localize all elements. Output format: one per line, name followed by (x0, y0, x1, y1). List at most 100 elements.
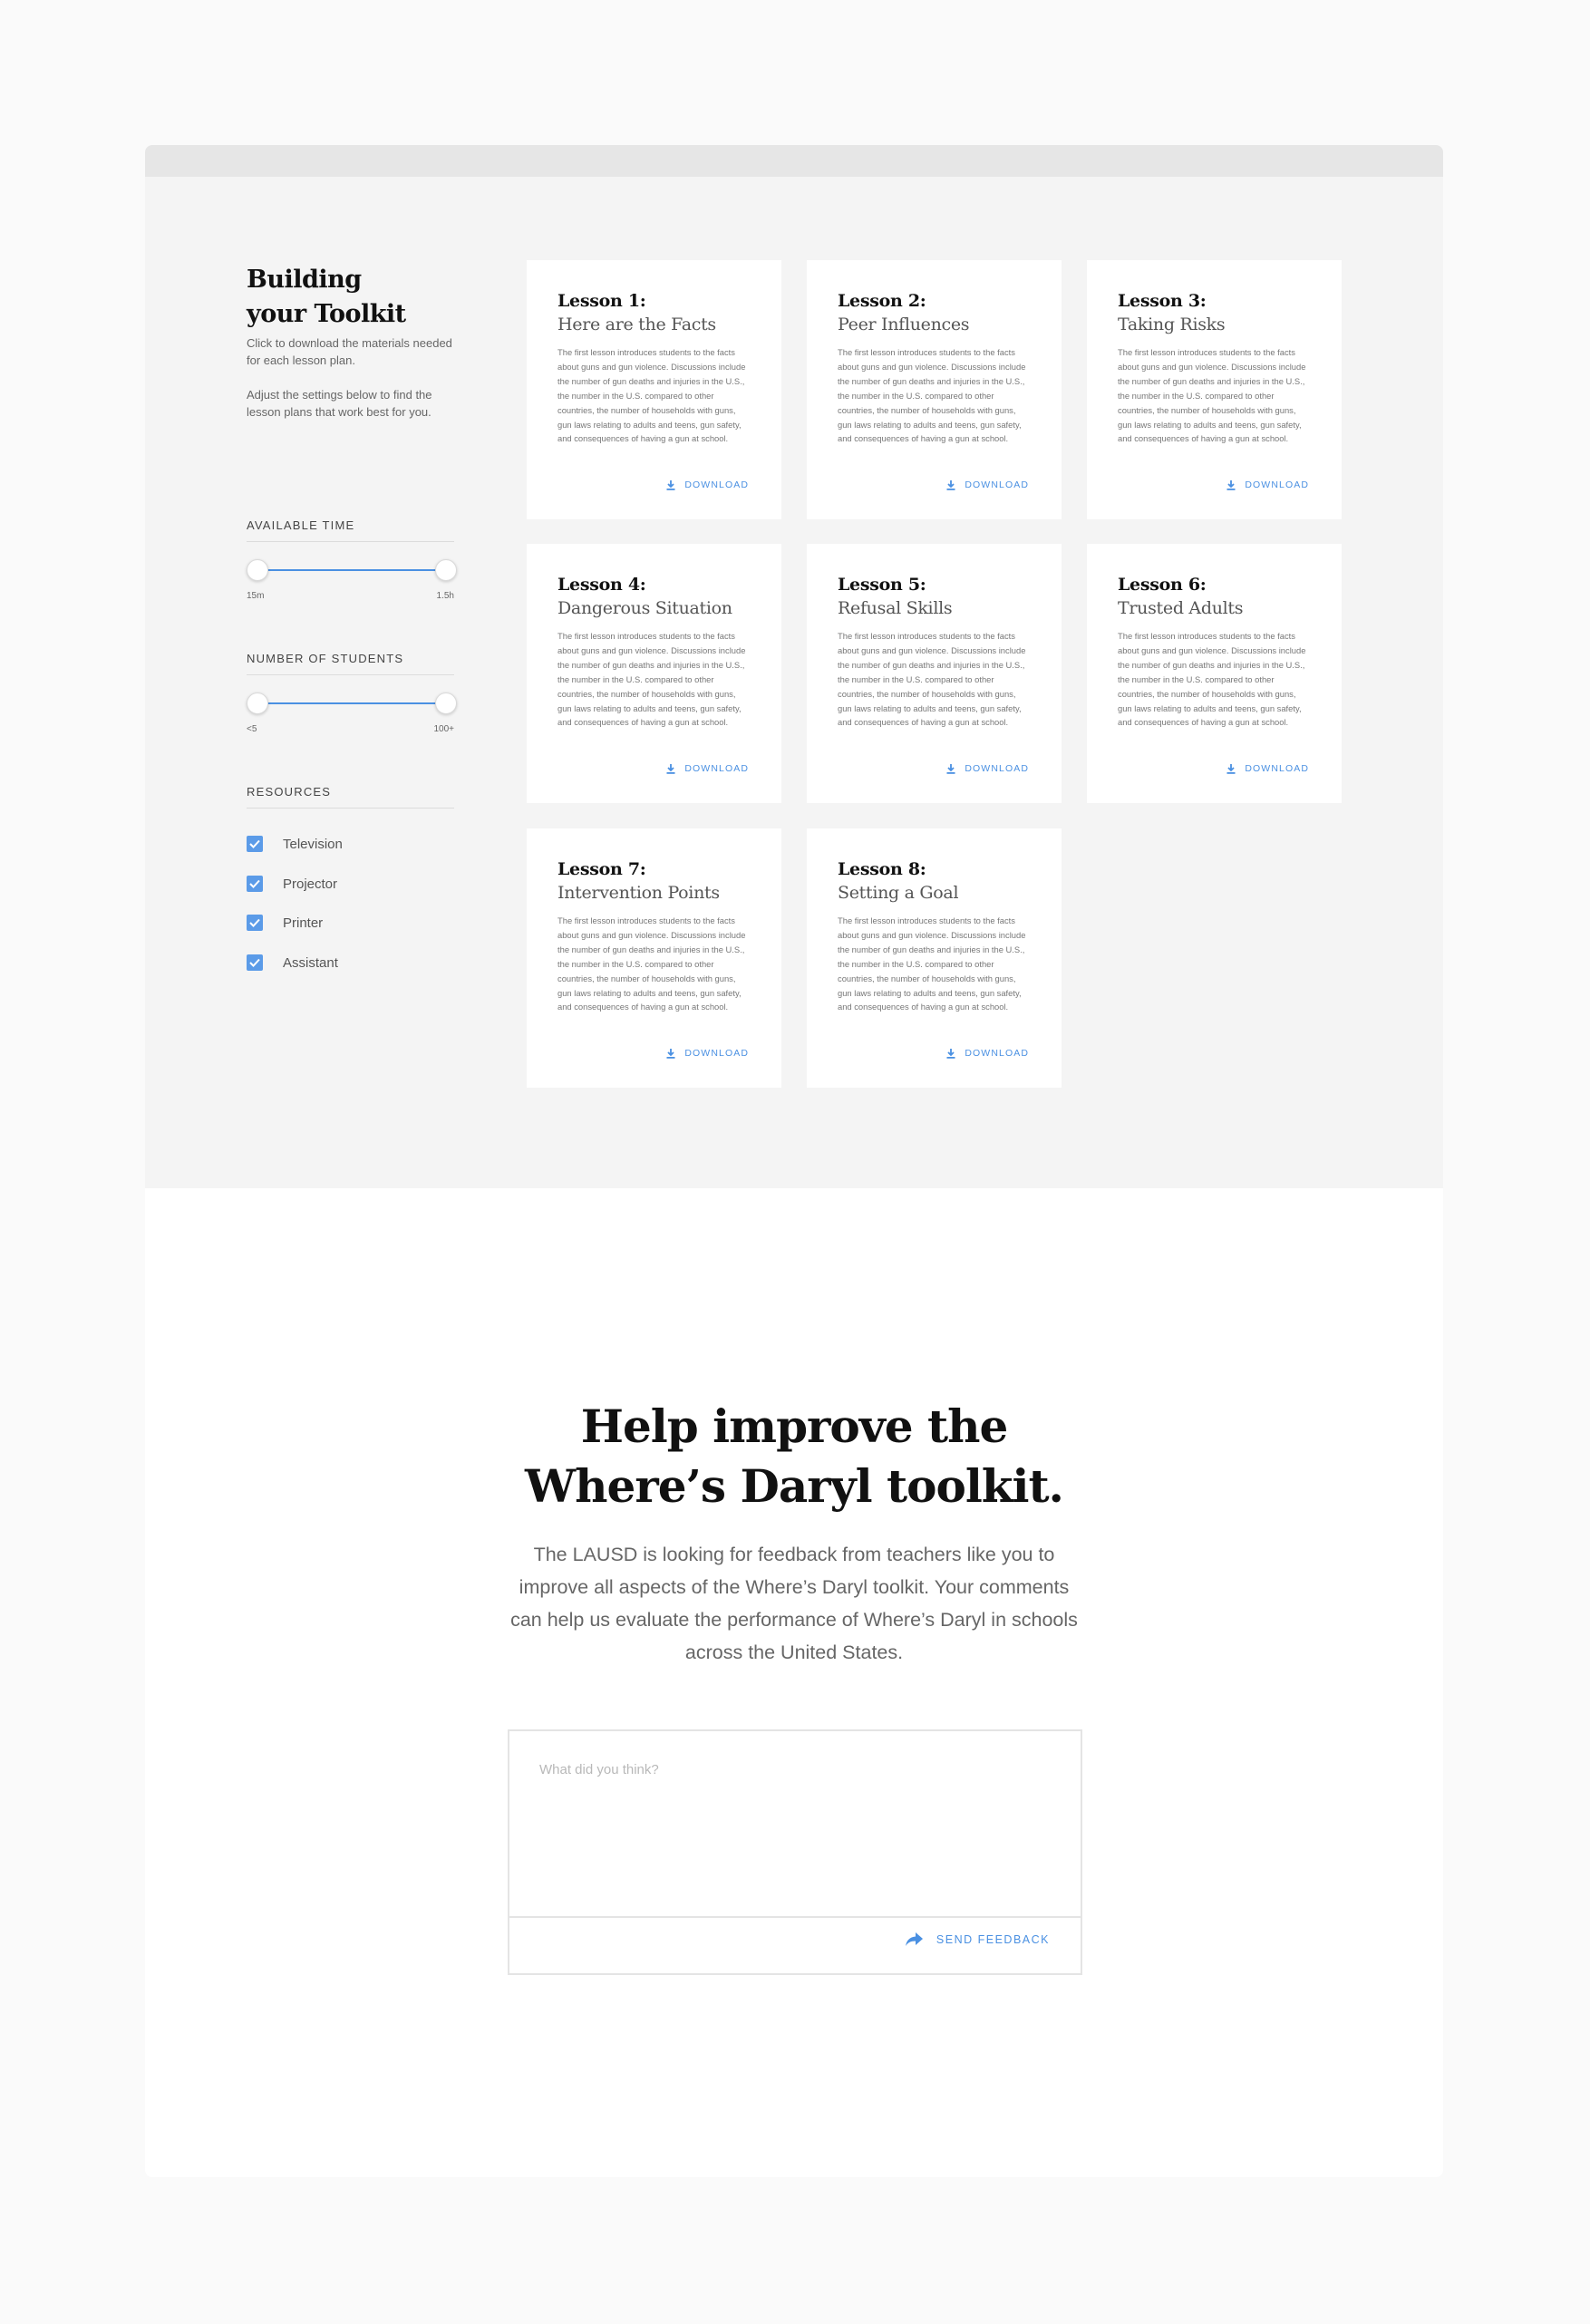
lesson-number: Lesson 7: (557, 859, 646, 879)
feedback-form: What did you think? SEND FEEDBACK (508, 1729, 1082, 1975)
sidebar-title-line2: your Toolkit (247, 300, 406, 328)
lesson-card: Lesson 4: Dangerous Situation The first … (527, 544, 781, 803)
download-label: DOWNLOAD (1245, 479, 1309, 490)
check-icon[interactable] (247, 876, 263, 892)
check-icon[interactable] (247, 954, 263, 971)
slider-min-handle[interactable] (247, 692, 268, 714)
students-max-label: 100+ (433, 724, 454, 734)
lesson-card: Lesson 5: Refusal Skills The first lesso… (807, 544, 1062, 803)
resource-checkbox-television[interactable]: Television (247, 835, 343, 853)
download-button[interactable]: DOWNLOAD (946, 1048, 1029, 1059)
resource-label: Printer (283, 915, 324, 931)
page-frame: Building your Toolkit Click to download … (145, 145, 1443, 2177)
download-icon (1226, 479, 1236, 490)
slider-max-handle[interactable] (435, 692, 457, 714)
lesson-title: Dangerous Situation (557, 598, 732, 618)
download-icon (946, 1048, 955, 1059)
sidebar-title: Building your Toolkit (247, 263, 457, 332)
lesson-title: Intervention Points (557, 883, 720, 903)
resources-label: RESOURCES (247, 785, 332, 799)
lesson-description: The first lesson introduces students to … (1118, 347, 1306, 444)
download-button[interactable]: DOWNLOAD (1226, 479, 1309, 490)
lesson-title: Refusal Skills (838, 598, 953, 618)
available-time-slider[interactable] (247, 559, 457, 581)
download-label: DOWNLOAD (684, 763, 749, 774)
divider (247, 674, 454, 675)
download-icon (946, 479, 955, 490)
resource-checkbox-assistant[interactable]: Assistant (247, 954, 338, 972)
window-top-bar (145, 145, 1443, 177)
lesson-title: Here are the Facts (557, 315, 716, 334)
share-arrow-icon (905, 1932, 923, 1946)
available-time-label: AVAILABLE TIME (247, 518, 355, 532)
download-button[interactable]: DOWNLOAD (1226, 763, 1309, 774)
download-button[interactable]: DOWNLOAD (946, 763, 1029, 774)
lesson-number: Lesson 2: (838, 291, 926, 311)
divider (247, 541, 454, 542)
download-button[interactable]: DOWNLOAD (666, 1048, 749, 1059)
lesson-title: Taking Risks (1118, 315, 1226, 334)
resource-label: Assistant (283, 954, 338, 971)
download-label: DOWNLOAD (965, 1048, 1029, 1059)
lesson-description: The first lesson introduces students to … (557, 915, 746, 1012)
download-icon (946, 763, 955, 774)
lesson-card: Lesson 3: Taking Risks The first lesson … (1087, 260, 1342, 519)
students-min-label: <5 (247, 724, 257, 734)
check-icon[interactable] (247, 915, 263, 931)
lesson-number: Lesson 3: (1118, 291, 1207, 311)
toolkit-section: Building your Toolkit Click to download … (145, 177, 1443, 1188)
lesson-description: The first lesson introduces students to … (1118, 631, 1306, 728)
resource-checkbox-projector[interactable]: Projector (247, 875, 337, 893)
lesson-number: Lesson 4: (557, 575, 646, 595)
time-max-label: 1.5h (436, 591, 454, 601)
lesson-title: Setting a Goal (838, 883, 959, 903)
slider-max-handle[interactable] (435, 559, 457, 581)
resource-label: Projector (283, 876, 338, 892)
number-of-students-label: NUMBER OF STUDENTS (247, 652, 404, 665)
lesson-card: Lesson 7: Intervention Points The first … (527, 828, 781, 1088)
download-button[interactable]: DOWNLOAD (666, 763, 749, 774)
lesson-title: Trusted Adults (1118, 598, 1244, 618)
resource-label: Television (283, 836, 343, 852)
lesson-title: Peer Influences (838, 315, 970, 334)
lesson-description: The first lesson introduces students to … (557, 347, 746, 444)
resource-checkbox-printer[interactable]: Printer (247, 914, 323, 932)
download-label: DOWNLOAD (965, 763, 1029, 774)
download-label: DOWNLOAD (684, 1048, 749, 1059)
lesson-card: Lesson 8: Setting a Goal The first lesso… (807, 828, 1062, 1088)
lesson-description: The first lesson introduces students to … (838, 347, 1026, 444)
slider-min-handle[interactable] (247, 559, 268, 581)
lesson-card: Lesson 2: Peer Influences The first less… (807, 260, 1062, 519)
download-button[interactable]: DOWNLOAD (666, 479, 749, 490)
lesson-card: Lesson 6: Trusted Adults The first lesso… (1087, 544, 1342, 803)
download-button[interactable]: DOWNLOAD (946, 479, 1029, 490)
slider-track (256, 702, 448, 704)
lesson-description: The first lesson introduces students to … (557, 631, 746, 728)
sidebar-intro: Click to download the materials needed f… (247, 336, 452, 367)
lesson-number: Lesson 1: (557, 291, 646, 311)
lesson-description: The first lesson introduces students to … (838, 631, 1026, 728)
download-icon (1226, 763, 1236, 774)
lesson-card: Lesson 1: Here are the Facts The first l… (527, 260, 781, 519)
feedback-heading-line1: Help improve the (580, 1399, 1008, 1453)
time-min-label: 15m (247, 591, 265, 601)
sidebar-title-line1: Building (247, 266, 362, 294)
check-icon[interactable] (247, 836, 263, 852)
send-feedback-button[interactable]: SEND FEEDBACK (905, 1932, 1050, 1946)
download-label: DOWNLOAD (965, 479, 1029, 490)
students-slider[interactable] (247, 692, 457, 714)
divider (247, 808, 454, 809)
download-icon (666, 763, 675, 774)
sidebar-instructions: Adjust the settings below to find the le… (247, 388, 432, 419)
feedback-heading-line2: Where’s Daryl toolkit. (525, 1459, 1064, 1513)
lesson-number: Lesson 8: (838, 859, 926, 879)
filter-sidebar: Building your Toolkit Click to download … (247, 263, 457, 971)
divider (509, 1916, 1081, 1918)
slider-track (256, 569, 448, 571)
feedback-heading: Help improve the Where’s Daryl toolkit. (145, 1397, 1443, 1516)
download-icon (666, 479, 675, 490)
feedback-textarea[interactable]: What did you think? (539, 1762, 659, 1777)
download-label: DOWNLOAD (684, 479, 749, 490)
lesson-description: The first lesson introduces students to … (838, 915, 1026, 1012)
feedback-description: The LAUSD is looking for feedback from t… (510, 1544, 1078, 1663)
